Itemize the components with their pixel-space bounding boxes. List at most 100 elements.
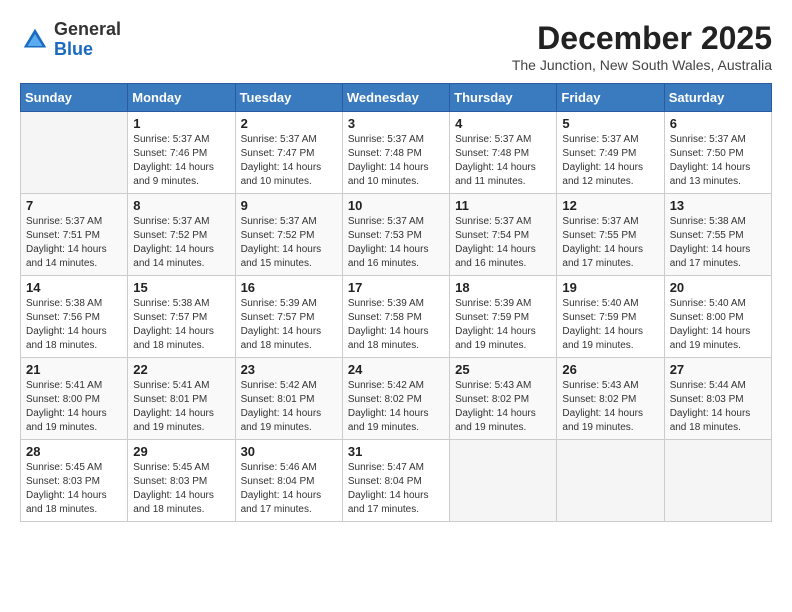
day-info: Sunrise: 5:41 AM Sunset: 8:01 PM Dayligh… [133, 379, 229, 435]
day-number: 8 [133, 198, 229, 213]
day-number: 7 [26, 198, 122, 213]
day-number: 25 [455, 362, 551, 377]
day-cell: 14 Sunrise: 5:38 AM Sunset: 7:56 PM Dayli… [21, 276, 128, 358]
day-cell [664, 440, 771, 522]
day-number: 24 [348, 362, 444, 377]
day-cell: 20 Sunrise: 5:40 AM Sunset: 8:00 PM Dayli… [664, 276, 771, 358]
day-number: 3 [348, 116, 444, 131]
day-number: 28 [26, 444, 122, 459]
day-cell: 1Sunrise: 5:37 AM Sunset: 7:46 PM Daylig… [128, 112, 235, 194]
logo: General Blue [20, 20, 121, 60]
day-info: Sunrise: 5:41 AM Sunset: 8:00 PM Dayligh… [26, 379, 122, 435]
day-cell: 6 Sunrise: 5:37 AM Sunset: 7:50 PM Daylig… [664, 112, 771, 194]
day-cell: 8 Sunrise: 5:37 AM Sunset: 7:52 PM Daylig… [128, 194, 235, 276]
header-day-wednesday: Wednesday [342, 84, 449, 112]
day-cell: 25Sunrise: 5:43 AM Sunset: 8:02 PM Dayli… [450, 358, 557, 440]
day-number: 20 [670, 280, 766, 295]
day-number: 22 [133, 362, 229, 377]
day-number: 27 [670, 362, 766, 377]
day-number: 6 [670, 116, 766, 131]
day-number: 9 [241, 198, 337, 213]
day-info: Sunrise: 5:37 AM Sunset: 7:55 PM Dayligh… [562, 215, 658, 271]
day-info: Sunrise: 5:37 AM Sunset: 7:52 PM Dayligh… [241, 215, 337, 271]
day-cell: 26Sunrise: 5:43 AM Sunset: 8:02 PM Dayli… [557, 358, 664, 440]
calendar-header: SundayMondayTuesdayWednesdayThursdayFrid… [21, 84, 772, 112]
day-cell: 2 Sunrise: 5:37 AM Sunset: 7:47 PM Daylig… [235, 112, 342, 194]
day-cell: 11 Sunrise: 5:37 AM Sunset: 7:54 PM Dayli… [450, 194, 557, 276]
day-info: Sunrise: 5:37 AM Sunset: 7:50 PM Dayligh… [670, 133, 766, 189]
logo-blue-text: Blue [54, 40, 121, 60]
day-cell: 21 Sunrise: 5:41 AM Sunset: 8:00 PM Dayli… [21, 358, 128, 440]
day-cell: 27 Sunrise: 5:44 AM Sunset: 8:03 PM Dayli… [664, 358, 771, 440]
day-cell: 4Sunrise: 5:37 AM Sunset: 7:48 PM Daylig… [450, 112, 557, 194]
day-info: Sunrise: 5:37 AM Sunset: 7:54 PM Dayligh… [455, 215, 551, 271]
day-number: 14 [26, 280, 122, 295]
day-number: 10 [348, 198, 444, 213]
page-header: General Blue December 2025 The Junction,… [20, 20, 772, 73]
day-info: Sunrise: 5:40 AM Sunset: 8:00 PM Dayligh… [670, 297, 766, 353]
day-info: Sunrise: 5:38 AM Sunset: 7:55 PM Dayligh… [670, 215, 766, 271]
day-cell: 3Sunrise: 5:37 AM Sunset: 7:48 PM Daylig… [342, 112, 449, 194]
day-cell [21, 112, 128, 194]
day-cell: 12 Sunrise: 5:37 AM Sunset: 7:55 PM Dayli… [557, 194, 664, 276]
day-info: Sunrise: 5:39 AM Sunset: 7:57 PM Dayligh… [241, 297, 337, 353]
day-info: Sunrise: 5:42 AM Sunset: 8:02 PM Dayligh… [348, 379, 444, 435]
calendar-table: SundayMondayTuesdayWednesdayThursdayFrid… [20, 83, 772, 522]
day-cell: 23 Sunrise: 5:42 AM Sunset: 8:01 PM Dayli… [235, 358, 342, 440]
day-cell: 19 Sunrise: 5:40 AM Sunset: 7:59 PM Dayli… [557, 276, 664, 358]
day-info: Sunrise: 5:38 AM Sunset: 7:56 PM Dayligh… [26, 297, 122, 353]
day-info: Sunrise: 5:39 AM Sunset: 7:58 PM Dayligh… [348, 297, 444, 353]
day-info: Sunrise: 5:45 AM Sunset: 8:03 PM Dayligh… [133, 461, 229, 517]
day-info: Sunrise: 5:37 AM Sunset: 7:53 PM Dayligh… [348, 215, 444, 271]
day-number: 12 [562, 198, 658, 213]
day-cell: 5 Sunrise: 5:37 AM Sunset: 7:49 PM Daylig… [557, 112, 664, 194]
day-number: 18 [455, 280, 551, 295]
day-cell: 28 Sunrise: 5:45 AM Sunset: 8:03 PM Dayli… [21, 440, 128, 522]
header-day-sunday: Sunday [21, 84, 128, 112]
week-row-5: 28 Sunrise: 5:45 AM Sunset: 8:03 PM Dayli… [21, 440, 772, 522]
week-row-1: 1Sunrise: 5:37 AM Sunset: 7:46 PM Daylig… [21, 112, 772, 194]
day-info: Sunrise: 5:45 AM Sunset: 8:03 PM Dayligh… [26, 461, 122, 517]
day-number: 21 [26, 362, 122, 377]
day-number: 5 [562, 116, 658, 131]
day-info: Sunrise: 5:46 AM Sunset: 8:04 PM Dayligh… [241, 461, 337, 517]
day-cell: 18Sunrise: 5:39 AM Sunset: 7:59 PM Dayli… [450, 276, 557, 358]
header-day-saturday: Saturday [664, 84, 771, 112]
day-cell: 29 Sunrise: 5:45 AM Sunset: 8:03 PM Dayli… [128, 440, 235, 522]
logo-icon [20, 25, 50, 55]
day-info: Sunrise: 5:40 AM Sunset: 7:59 PM Dayligh… [562, 297, 658, 353]
logo-text: General Blue [54, 20, 121, 60]
day-cell: 10 Sunrise: 5:37 AM Sunset: 7:53 PM Dayli… [342, 194, 449, 276]
day-cell: 13Sunrise: 5:38 AM Sunset: 7:55 PM Dayli… [664, 194, 771, 276]
day-cell: 15Sunrise: 5:38 AM Sunset: 7:57 PM Dayli… [128, 276, 235, 358]
day-cell: 9 Sunrise: 5:37 AM Sunset: 7:52 PM Daylig… [235, 194, 342, 276]
day-cell [557, 440, 664, 522]
header-day-monday: Monday [128, 84, 235, 112]
day-number: 17 [348, 280, 444, 295]
day-number: 26 [562, 362, 658, 377]
day-info: Sunrise: 5:42 AM Sunset: 8:01 PM Dayligh… [241, 379, 337, 435]
day-info: Sunrise: 5:44 AM Sunset: 8:03 PM Dayligh… [670, 379, 766, 435]
location: The Junction, New South Wales, Australia [512, 57, 772, 73]
header-day-tuesday: Tuesday [235, 84, 342, 112]
day-cell [450, 440, 557, 522]
day-number: 30 [241, 444, 337, 459]
day-info: Sunrise: 5:37 AM Sunset: 7:47 PM Dayligh… [241, 133, 337, 189]
logo-general-text: General [54, 20, 121, 40]
day-info: Sunrise: 5:38 AM Sunset: 7:57 PM Dayligh… [133, 297, 229, 353]
week-row-3: 14 Sunrise: 5:38 AM Sunset: 7:56 PM Dayli… [21, 276, 772, 358]
calendar-body: 1Sunrise: 5:37 AM Sunset: 7:46 PM Daylig… [21, 112, 772, 522]
day-number: 1 [133, 116, 229, 131]
day-info: Sunrise: 5:37 AM Sunset: 7:52 PM Dayligh… [133, 215, 229, 271]
day-number: 19 [562, 280, 658, 295]
header-day-thursday: Thursday [450, 84, 557, 112]
day-number: 29 [133, 444, 229, 459]
day-cell: 17 Sunrise: 5:39 AM Sunset: 7:58 PM Dayli… [342, 276, 449, 358]
day-number: 2 [241, 116, 337, 131]
day-cell: 31Sunrise: 5:47 AM Sunset: 8:04 PM Dayli… [342, 440, 449, 522]
day-cell: 7Sunrise: 5:37 AM Sunset: 7:51 PM Daylig… [21, 194, 128, 276]
header-row: SundayMondayTuesdayWednesdayThursdayFrid… [21, 84, 772, 112]
day-number: 11 [455, 198, 551, 213]
day-info: Sunrise: 5:37 AM Sunset: 7:49 PM Dayligh… [562, 133, 658, 189]
day-number: 23 [241, 362, 337, 377]
